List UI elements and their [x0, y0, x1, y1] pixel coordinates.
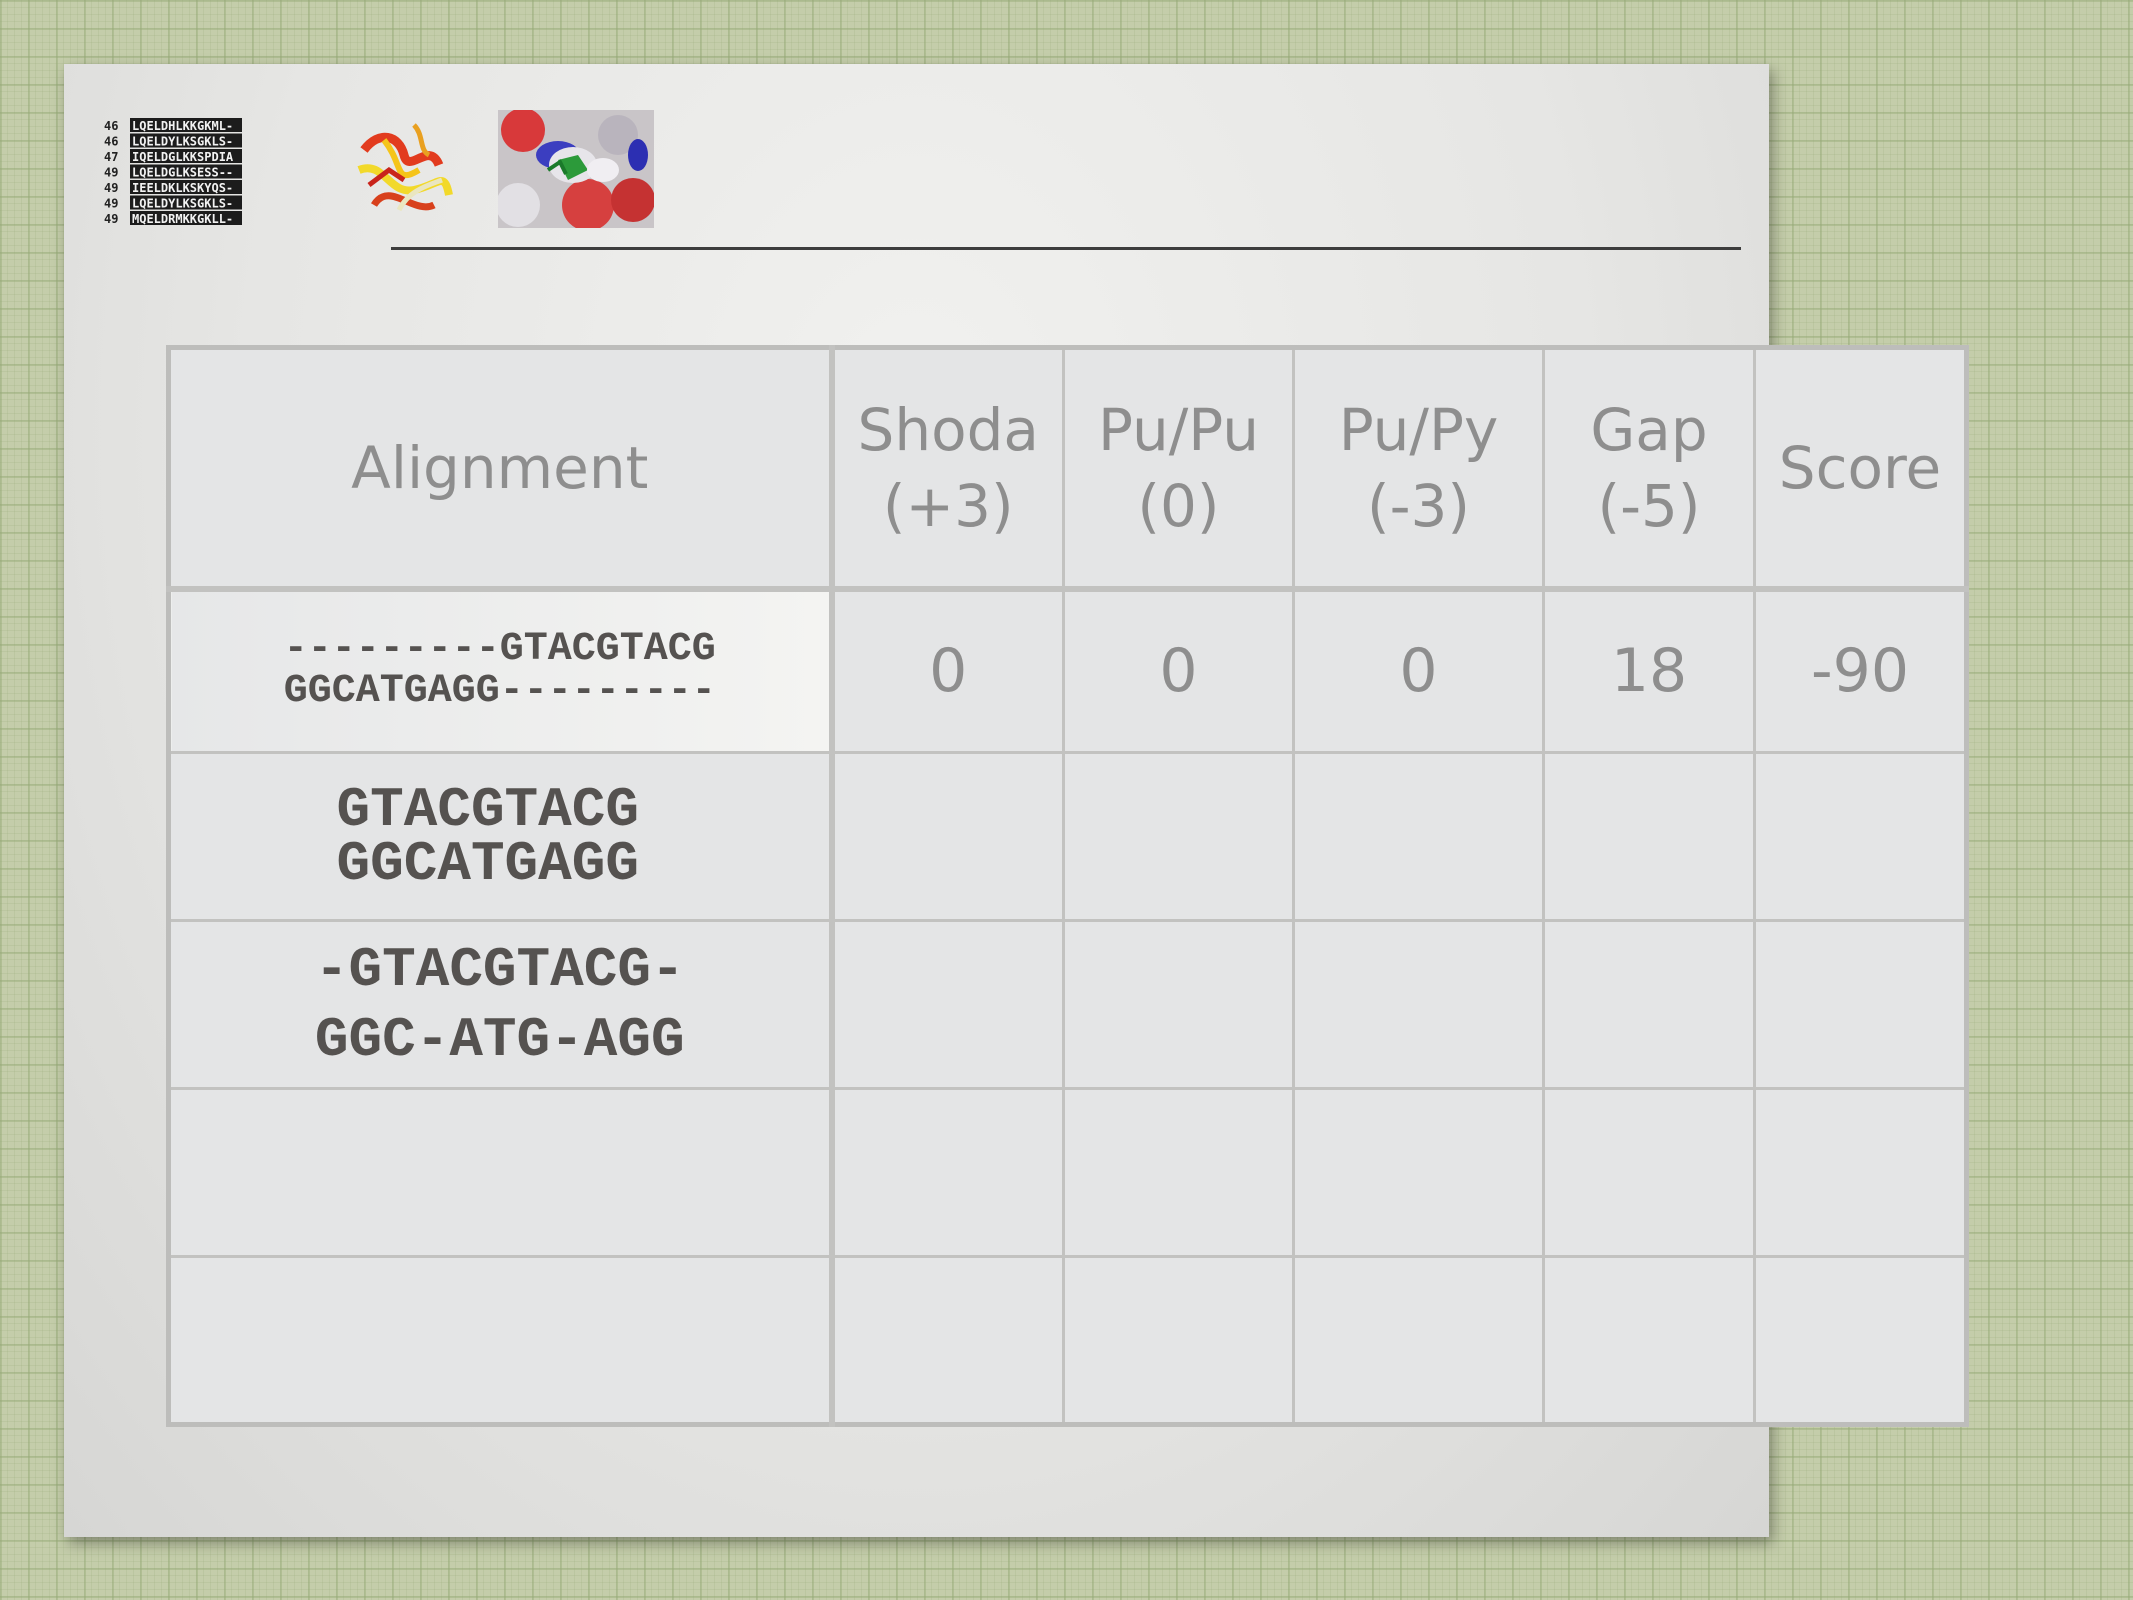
alignment-scoring-table: Alignment Shoda (+3) Pu/Pu (0) Pu/Py (-3) G…	[166, 345, 1969, 1427]
pu-pu-cell	[1062, 751, 1295, 922]
pu-py-cell	[1292, 1255, 1545, 1426]
header-score: Score	[1753, 346, 1968, 592]
table-header-row: Alignment Shoda (+3) Pu/Pu (0) Pu/Py (-3) G…	[167, 346, 1968, 592]
alignment-cell	[167, 1255, 835, 1426]
pu-pu-cell	[1062, 1087, 1295, 1258]
gap-cell	[1542, 751, 1756, 922]
header-gap: Gap (-5)	[1542, 346, 1756, 592]
shoda-cell	[830, 1255, 1065, 1426]
protein-ribbon-structure-thumbnail-icon	[357, 123, 453, 212]
pu-py-cell	[1292, 919, 1545, 1090]
sequence-row-text: IQELDGLKKSPDIA	[132, 150, 234, 164]
header-shoda: Shoda (+3)	[830, 346, 1065, 592]
pu-pu-cell	[1062, 919, 1295, 1090]
sequence-row-number: 46	[104, 135, 118, 149]
sequence-row-text: LQELDYLKSGKLS-	[132, 135, 233, 149]
sequence-row-number: 49	[104, 166, 118, 180]
table-row: ---------GTACGTACG GGCATGAGG--------- 0 …	[167, 587, 1968, 754]
sequence-row-text: MQELDRMKKGKLL-	[132, 212, 233, 226]
score-cell	[1753, 919, 1968, 1090]
pu-py-cell: 0	[1292, 587, 1545, 754]
pu-py-cell	[1292, 1087, 1545, 1258]
table-row: GTACGTACG GGCATGAGG	[167, 751, 1968, 922]
sequence-row-text: LQELDGLKSESS--	[132, 166, 233, 180]
alignment-cell: -GTACGTACG- GGC-ATG-AGG	[167, 919, 835, 1090]
gap-cell: 18	[1542, 587, 1756, 754]
table-row: -GTACGTACG- GGC-ATG-AGG	[167, 919, 1968, 1090]
table-row	[167, 1087, 1968, 1258]
sequence-row-number: 46	[104, 119, 118, 133]
score-cell	[1753, 1255, 1968, 1426]
gap-cell	[1542, 919, 1756, 1090]
sequence-alignment-thumbnail-icon: 46 LQELDHLKKGKML- 46 LQELDYLKSGKLS- 47 IQELDG…	[104, 118, 242, 226]
sequence-row-text: IEELDKLKSKYQS-	[132, 181, 233, 195]
header-alignment: Alignment	[167, 346, 835, 592]
sequence-row-text: LQELDYLKSGKLS-	[132, 197, 233, 211]
shoda-cell: 0	[830, 587, 1065, 754]
alignment-cell: GTACGTACG GGCATGAGG	[167, 751, 835, 922]
protein-surface-thumbnail-icon	[498, 110, 654, 228]
alignment-cell: ---------GTACGTACG GGCATGAGG---------	[167, 587, 835, 754]
sequence-row-number: 49	[104, 181, 118, 195]
alignment-sequence: GTACGTACG GGCATGAGG	[336, 777, 639, 896]
pu-pu-cell	[1062, 1255, 1295, 1426]
header-pu-pu: Pu/Pu (0)	[1062, 346, 1295, 592]
pu-py-cell	[1292, 751, 1545, 922]
alignment-cell	[167, 1087, 835, 1258]
scoring-table-container: Alignment Shoda (+3) Pu/Pu (0) Pu/Py (-3) G…	[166, 345, 1969, 1427]
sequence-row-number: 49	[104, 212, 118, 226]
score-cell: -90	[1753, 587, 1968, 754]
title-underline	[391, 247, 1741, 250]
shoda-cell	[830, 1087, 1065, 1258]
header-pu-py: Pu/Py (-3)	[1292, 346, 1545, 592]
score-cell	[1753, 1087, 1968, 1258]
alignment-sequence: -GTACGTACG- GGC-ATG-AGG	[314, 937, 685, 1072]
gap-cell	[1542, 1255, 1756, 1426]
shoda-cell	[830, 751, 1065, 922]
shoda-cell	[830, 919, 1065, 1090]
gap-cell	[1542, 1087, 1756, 1258]
score-cell	[1753, 751, 1968, 922]
pu-pu-cell: 0	[1062, 587, 1295, 754]
table-row	[167, 1255, 1968, 1426]
sequence-row-text: LQELDHLKKGKML-	[132, 119, 233, 133]
alignment-sequence: ---------GTACGTACG GGCATGAGG---------	[283, 627, 716, 715]
sequence-row-number: 49	[104, 197, 118, 211]
sequence-row-number: 47	[104, 150, 118, 164]
